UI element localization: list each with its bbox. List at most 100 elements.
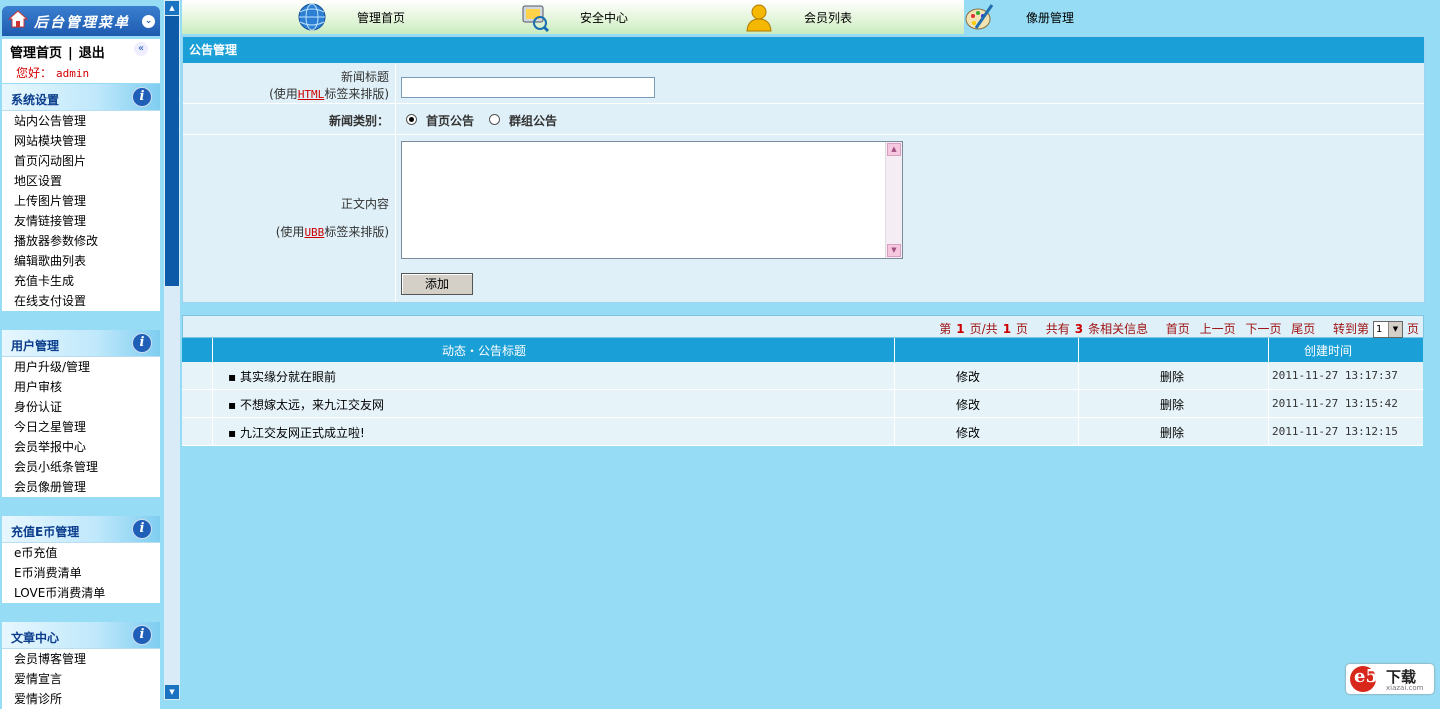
pagination-bar: 第 1 页/共 1 页 共有 3 条相关信息 首页 上一页 下一页 尾页 转到第 1 ▼ 页	[182, 315, 1424, 338]
content-textarea[interactable]: ▲ ▼	[401, 141, 903, 259]
menu-group-header[interactable]: 系统设置 i	[2, 84, 160, 111]
row-title[interactable]: ▪ 九江交友网正式成立啦!	[228, 424, 365, 441]
delete-link[interactable]: 删除	[1160, 396, 1184, 413]
sidebar-item[interactable]: 用户审核	[2, 377, 160, 397]
sidebar-item[interactable]: 地区设置	[2, 171, 160, 191]
content-label: 正文内容	[340, 197, 389, 211]
hint-prefix: (使用	[275, 225, 305, 239]
hint-suffix: 标签来排版)	[324, 225, 389, 239]
scroll-up-icon[interactable]: ▲	[165, 1, 179, 15]
sidebar-item[interactable]: 会员像册管理	[2, 477, 160, 497]
collapse-sidebar-icon[interactable]: «	[134, 42, 148, 56]
menu-group-title: 文章中心	[11, 631, 60, 645]
menu-group-system: 系统设置 i 站内公告管理 网站模块管理 首页闪动图片 地区设置 上传图片管理 …	[2, 84, 160, 311]
textarea-scrollbar[interactable]: ▲ ▼	[885, 142, 902, 258]
sidebar-item[interactable]: 今日之星管理	[2, 417, 160, 437]
sidebar-item[interactable]: 播放器参数修改	[2, 231, 160, 251]
page-select[interactable]: 1 ▼	[1372, 321, 1403, 338]
tab-admin-home[interactable]: 管理首页	[182, 0, 522, 34]
total-count: 3	[1074, 322, 1084, 336]
username: admin	[56, 67, 90, 80]
sidebar-item[interactable]: 网站模块管理	[2, 131, 160, 151]
bullet-icon: ▪	[228, 426, 237, 440]
collapse-menu-icon[interactable]: ⌄	[142, 15, 155, 28]
scroll-thumb[interactable]	[165, 16, 179, 286]
menu-group-title: 系统设置	[11, 93, 60, 107]
table-row: ▪ 其实缘分就在眼前 修改 删除 2011-11-27 13:17:37	[182, 362, 1423, 390]
sidebar-item[interactable]: 会员博客管理	[2, 649, 160, 669]
sidebar-title: 后台管理菜单	[34, 15, 130, 31]
html-hint-tag: HTML	[297, 88, 325, 101]
bullet-icon: ▪	[228, 398, 237, 412]
member-icon	[746, 4, 772, 32]
menu-group-ecoin: 充值E币管理 i e币充值 E币消费清单 LOVE币消费清单	[2, 516, 160, 603]
home-icon	[8, 10, 28, 28]
hint-suffix: 标签来排版)	[324, 87, 389, 101]
created-time: 2011-11-27 13:12:15	[1272, 425, 1398, 438]
sidebar-item[interactable]: 上传图片管理	[2, 191, 160, 211]
sidebar-item[interactable]: 首页闪动图片	[2, 151, 160, 171]
first-page-link[interactable]: 首页	[1166, 322, 1190, 336]
radio-homepage-notice[interactable]	[406, 114, 417, 125]
sidebar-item[interactable]: e币充值	[2, 543, 160, 563]
sidebar-item[interactable]: 爱情诊所	[2, 689, 160, 709]
tab-album-management[interactable]: 像册管理	[964, 0, 1184, 34]
next-page-link[interactable]: 下一页	[1245, 322, 1281, 336]
table-row: ▪ 不想嫁太远，来九江交友网 修改 删除 2011-11-27 13:15:42	[182, 390, 1423, 418]
sidebar-item[interactable]: 身份认证	[2, 397, 160, 417]
sidebar-item[interactable]: 用户升级/管理	[2, 357, 160, 377]
menu-group-header[interactable]: 充值E币管理 i	[2, 516, 160, 543]
globe-icon	[298, 3, 326, 31]
page-title: 公告管理	[183, 37, 1424, 63]
edit-link[interactable]: 修改	[956, 368, 980, 385]
row-title[interactable]: ▪ 不想嫁太远，来九江交友网	[228, 396, 384, 413]
info-icon: i	[132, 87, 152, 107]
logout-link[interactable]: 退出	[79, 46, 105, 61]
user-box: 管理首页 | 退出 « 您好： admin	[2, 39, 160, 83]
chevron-down-icon[interactable]: ▼	[1387, 322, 1402, 337]
scroll-down-icon[interactable]: ▼	[165, 685, 179, 699]
delete-link[interactable]: 删除	[1160, 368, 1184, 385]
menu-group-header[interactable]: 文章中心 i	[2, 622, 160, 649]
tab-security-center[interactable]: 安全中心	[520, 0, 742, 34]
hint-prefix: (使用	[269, 87, 298, 101]
admin-home-link[interactable]: 管理首页	[10, 46, 62, 61]
menu-group-title: 充值E币管理	[11, 525, 80, 539]
scroll-down-icon[interactable]: ▼	[887, 244, 901, 257]
scroll-up-icon[interactable]: ▲	[887, 143, 901, 156]
news-title-input[interactable]	[401, 77, 655, 98]
tab-member-list[interactable]: 会员列表	[742, 0, 964, 34]
announcement-table: 动态・公告标题 创建时间 ▪ 其实缘分就在眼前 修改 删除 2011-11-27…	[182, 338, 1423, 446]
sidebar: 后台管理菜单 ⌄ 管理首页 | 退出 « 您好： admin 系统设置 i 站内公告管…	[0, 0, 164, 709]
sidebar-item[interactable]: E币消费清单	[2, 563, 160, 583]
sidebar-item[interactable]: 充值卡生成	[2, 271, 160, 291]
column-header-title: 动态・公告标题	[442, 344, 527, 358]
row-title[interactable]: ▪ 其实缘分就在眼前	[228, 368, 336, 385]
add-button[interactable]: 添加	[401, 273, 473, 295]
sidebar-item[interactable]: 站内公告管理	[2, 111, 160, 131]
tab-label: 安全中心	[580, 11, 629, 25]
sidebar-scrollbar[interactable]: ▲ ▼	[164, 0, 180, 700]
current-page: 1	[956, 322, 965, 336]
delete-link[interactable]: 删除	[1160, 424, 1184, 441]
sidebar-item[interactable]: 会员小纸条管理	[2, 457, 160, 477]
edit-link[interactable]: 修改	[956, 396, 980, 413]
sidebar-item[interactable]: 会员举报中心	[2, 437, 160, 457]
sidebar-item[interactable]: LOVE币消费清单	[2, 583, 160, 603]
sidebar-item[interactable]: 爱情宣言	[2, 669, 160, 689]
content-row: 正文内容 (使用UBB标签来排版) ▲ ▼ 添加	[183, 135, 1424, 301]
greeting-label: 您好：	[16, 66, 53, 80]
security-monitor-icon	[522, 5, 550, 32]
edit-link[interactable]: 修改	[956, 424, 980, 441]
radio-label: 群组公告	[509, 114, 558, 128]
menu-group-header[interactable]: 用户管理 i	[2, 330, 160, 357]
news-category-row: 新闻类别： 首页公告 群组公告	[183, 104, 1424, 135]
last-page-link[interactable]: 尾页	[1291, 322, 1315, 336]
sidebar-item[interactable]: 编辑歌曲列表	[2, 251, 160, 271]
prev-page-link[interactable]: 上一页	[1200, 322, 1236, 336]
info-icon: i	[132, 625, 152, 645]
sidebar-item[interactable]: 友情链接管理	[2, 211, 160, 231]
radio-label: 首页公告	[426, 114, 475, 128]
radio-group-notice[interactable]	[489, 114, 500, 125]
sidebar-item[interactable]: 在线支付设置	[2, 291, 160, 311]
